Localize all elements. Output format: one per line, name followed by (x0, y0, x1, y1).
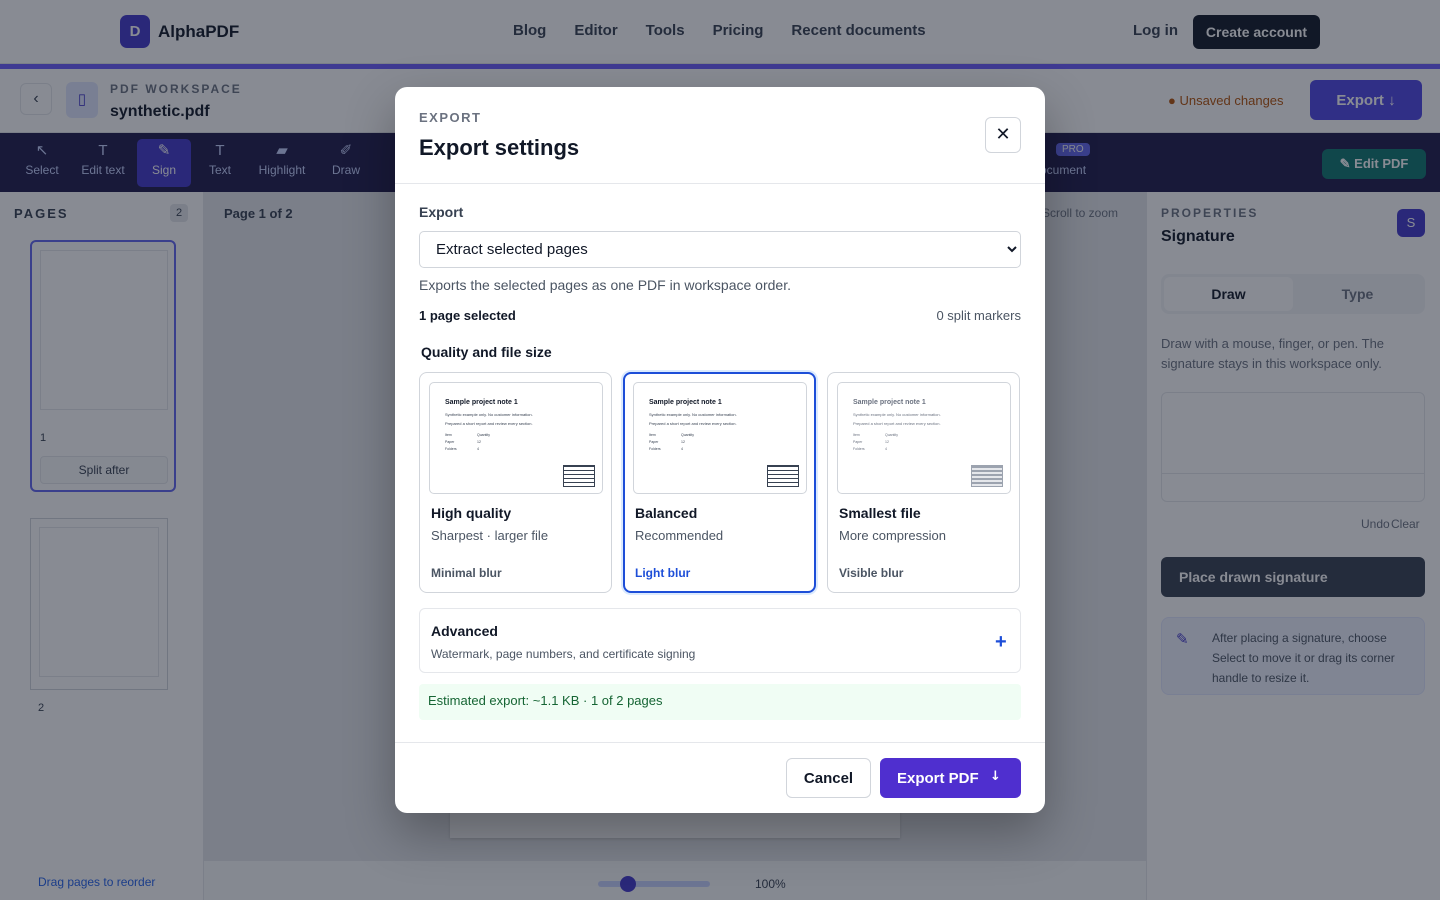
preview-line: Prepared a short report and review every… (853, 421, 941, 426)
preview-line: Prepared a short report and review every… (649, 421, 737, 426)
quality-option-high[interactable]: Sample project note 1 Synthetic example … (419, 372, 612, 593)
preview-row-value: 4 (477, 447, 479, 451)
preview-row-label: Paper (649, 440, 659, 444)
expand-plus-icon[interactable]: + (995, 632, 1007, 652)
export-mode-help: Exports the selected pages as one PDF in… (419, 277, 791, 293)
quality-option-blur: Minimal blur (431, 566, 502, 580)
preview-image-icon (767, 465, 799, 487)
split-markers-count: 0 split markers (936, 308, 1021, 323)
advanced-section-toggle[interactable]: Advanced Watermark, page numbers, and ce… (419, 608, 1021, 673)
advanced-subtitle: Watermark, page numbers, and certificate… (431, 647, 696, 661)
quality-option-subtitle: Recommended (635, 528, 724, 543)
cancel-button[interactable]: Cancel (786, 758, 871, 798)
preview-row-value: 4 (885, 447, 887, 451)
export-mode-label: Export (419, 204, 464, 220)
quality-option-blur: Light blur (635, 566, 691, 580)
divider (395, 183, 1045, 184)
export-mode-select[interactable]: Extract selected pages (419, 231, 1021, 268)
preview-row-label: Item (649, 433, 656, 437)
preview-row-label: Folders (649, 447, 661, 451)
quality-preview: Sample project note 1 Synthetic example … (633, 382, 807, 494)
preview-row-label: Folders (853, 447, 865, 451)
close-icon[interactable]: ✕ (985, 117, 1021, 153)
preview-row-value: Quantity (477, 433, 491, 437)
preview-image-icon (563, 465, 595, 487)
quality-option-balanced[interactable]: Sample project note 1 Synthetic example … (623, 372, 816, 593)
export-size-estimate: Estimated export: ~1.1 KB · 1 of 2 pages (419, 684, 1021, 720)
preview-row-value: 12 (885, 440, 889, 444)
export-settings-dialog: EXPORT Export settings ✕ Export Extract … (395, 87, 1045, 813)
preview-line: Prepared a short report and review every… (445, 421, 533, 426)
export-pdf-button[interactable]: Export PDF ↓ (880, 758, 1021, 798)
preview-row-value: 12 (681, 440, 685, 444)
quality-option-blur: Visible blur (839, 566, 904, 580)
quality-option-name: Smallest file (839, 505, 921, 521)
preview-row-value: Quantity (885, 433, 899, 437)
selected-pages-count: 1 page selected (419, 308, 516, 323)
quality-option-subtitle: More compression (839, 528, 946, 543)
preview-row-label: Paper (853, 440, 863, 444)
preview-row-value: 12 (477, 440, 481, 444)
export-pdf-label: Export PDF (897, 769, 979, 787)
quality-option-name: Balanced (635, 505, 698, 521)
download-arrow-icon: ↓ (990, 769, 1001, 784)
preview-title: Sample project note 1 (853, 399, 926, 406)
dialog-title: Export settings (419, 135, 580, 160)
preview-line: Synthetic example only. No customer info… (853, 412, 941, 417)
quality-option-subtitle: Sharpest · larger file (431, 528, 549, 543)
quality-preview: Sample project note 1 Synthetic example … (837, 382, 1011, 494)
preview-row-label: Folders (445, 447, 457, 451)
preview-row-label: Item (445, 433, 452, 437)
quality-option-name: High quality (431, 505, 512, 521)
preview-row-value: 4 (681, 447, 683, 451)
preview-line: Synthetic example only. No customer info… (649, 412, 737, 417)
preview-row-value: Quantity (681, 433, 695, 437)
preview-row-label: Paper (445, 440, 455, 444)
preview-row-label: Item (853, 433, 860, 437)
divider (395, 742, 1045, 743)
advanced-title: Advanced (431, 623, 498, 639)
quality-preview: Sample project note 1 Synthetic example … (429, 382, 603, 494)
dialog-kicker: EXPORT (419, 110, 482, 125)
quality-option-smallest[interactable]: Sample project note 1 Synthetic example … (827, 372, 1020, 593)
preview-title: Sample project note 1 (649, 399, 722, 406)
preview-image-icon (971, 465, 1003, 487)
quality-section-title: Quality and file size (421, 344, 552, 360)
preview-line: Synthetic example only. No customer info… (445, 412, 533, 417)
preview-title: Sample project note 1 (445, 399, 518, 406)
